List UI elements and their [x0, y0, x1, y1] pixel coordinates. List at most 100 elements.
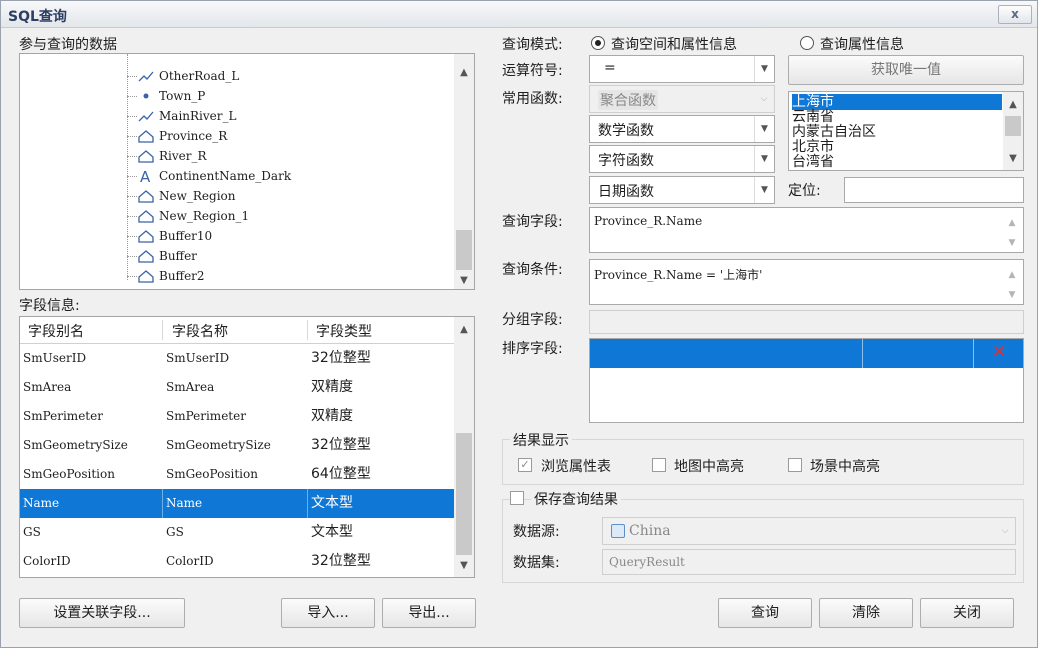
group-field-input[interactable] — [589, 310, 1024, 334]
mode-attr-radio[interactable] — [800, 36, 814, 50]
clear-button[interactable]: 清除 — [819, 598, 913, 628]
query-button[interactable]: 查询 — [718, 598, 812, 628]
operator-select[interactable]: = ▼ — [589, 55, 775, 83]
datasource-value: China — [629, 523, 671, 539]
mode-spatial-radio[interactable] — [591, 36, 605, 50]
chevron-down-icon[interactable]: ▼ — [754, 177, 774, 203]
tree-connector — [127, 196, 137, 197]
scroll-up-icon[interactable]: ▲ — [1003, 96, 1023, 114]
table-row[interactable]: SmGeoPosition SmGeoPosition 64位整型 — [20, 460, 456, 489]
list-item[interactable]: 北京市 — [792, 139, 834, 155]
sort-row[interactable]: ✕ — [590, 339, 1023, 368]
list-item[interactable]: 台湾省 — [792, 154, 834, 170]
table-row[interactable]: SmArea SmArea 双精度 — [20, 373, 456, 402]
datasource-select[interactable]: China ⌵ — [602, 517, 1016, 545]
header-alias[interactable]: 字段别名 — [28, 321, 84, 341]
scroll-up-icon[interactable]: ▲ — [454, 321, 474, 339]
table-row[interactable]: SmPerimeter SmPerimeter 双精度 — [20, 402, 456, 431]
field-type-cell: 文本型 — [311, 524, 353, 540]
query-mode-label: 查询模式: — [502, 37, 563, 53]
tree-item[interactable]: MainRiver_L — [137, 106, 236, 126]
date-function-value: 日期函数 — [598, 184, 654, 200]
save-result-checkbox[interactable] — [510, 491, 524, 505]
close-window-button[interactable]: x — [998, 5, 1032, 24]
close-button[interactable]: 关闭 — [920, 598, 1014, 628]
tree-item[interactable]: Province_R — [137, 126, 227, 146]
tree-connector — [127, 76, 137, 77]
textbox-scroll-icon[interactable]: ▲ ▼ — [1001, 208, 1023, 252]
export-button[interactable]: 导出... — [382, 598, 476, 628]
field-type-cell: 32位整型 — [311, 437, 371, 453]
query-field-value: Province_R.Name — [594, 214, 703, 228]
tree-item[interactable]: New_Region_1 — [137, 206, 249, 226]
string-function-value: 字符函数 — [598, 153, 654, 169]
sort-field-grid[interactable]: ✕ — [589, 338, 1024, 423]
set-related-field-button[interactable]: 设置关联字段... — [19, 598, 185, 628]
chevron-down-icon[interactable]: ▼ — [754, 116, 774, 142]
chevron-down-icon[interactable]: ▼ — [754, 146, 774, 172]
get-unique-values-button[interactable]: 获取唯一值 — [788, 55, 1024, 85]
scroll-down-icon[interactable]: ▼ — [454, 272, 474, 289]
tree-item[interactable]: New_Region — [137, 186, 235, 206]
save-result-label[interactable]: 保存查询结果 — [531, 489, 621, 509]
map-highlight-label[interactable]: 地图中高亮 — [674, 456, 744, 476]
mode-spatial-label[interactable]: 查询空间和属性信息 — [611, 34, 737, 54]
browse-attr-checkbox[interactable]: ✓ — [518, 458, 532, 472]
grid-scrollbar[interactable]: ▲ ▼ — [454, 317, 474, 577]
date-function-select[interactable]: 日期函数 ▼ — [589, 176, 775, 204]
textbox-scroll-icon[interactable]: ▲ ▼ — [1001, 260, 1023, 304]
tree-item[interactable]: OtherRoad_L — [137, 66, 239, 86]
header-type[interactable]: 字段类型 — [316, 321, 372, 341]
tree-item[interactable]: River_R — [137, 146, 207, 166]
scroll-down-icon[interactable]: ▼ — [1003, 150, 1023, 168]
map-highlight-checkbox[interactable] — [652, 458, 666, 472]
table-row[interactable]: ColorID ColorID 32位整型 — [20, 547, 456, 576]
tree-item[interactable]: Buffer10 — [137, 226, 212, 246]
dataset-label: 数据集: — [513, 555, 560, 571]
tree-item-label: New_Region_1 — [159, 209, 250, 223]
cell-divider — [862, 339, 863, 368]
tree-item[interactable]: Buffer2 — [137, 266, 205, 286]
dataset-input[interactable]: QueryResult — [602, 549, 1016, 575]
tree-item[interactable]: Town_P — [137, 86, 205, 106]
aggregate-function-select[interactable]: 聚合函数 ⌵ — [589, 85, 775, 113]
table-row[interactable]: SmGeometrySize SmGeometrySize 32位整型 — [20, 431, 456, 460]
import-button[interactable]: 导入... — [281, 598, 375, 628]
chevron-down-icon[interactable]: ⌵ — [754, 86, 774, 112]
dataset-tree[interactable]: OtherRoad_L Town_P MainRiver_L Province_R Ri… — [19, 53, 475, 290]
table-row[interactable]: Name Name 文本型 — [20, 489, 456, 518]
unique-values-list[interactable]: 上海市 云南省 内蒙古自治区 北京市 台湾省 ▲ ▼ — [788, 91, 1024, 171]
list-item[interactable]: 内蒙古自治区 — [792, 124, 876, 140]
scene-highlight-label[interactable]: 场景中高亮 — [810, 456, 880, 476]
query-field-input[interactable]: Province_R.Name ▲ ▼ — [589, 207, 1024, 253]
table-row[interactable]: SmUserID SmUserID 32位整型 — [20, 344, 456, 373]
scene-highlight-checkbox[interactable] — [788, 458, 802, 472]
string-function-select[interactable]: 字符函数 ▼ — [589, 145, 775, 173]
tree-item[interactable]: A ContinentName_Dark — [137, 166, 291, 186]
scroll-down-icon[interactable]: ▼ — [454, 557, 474, 575]
list-scrollbar[interactable]: ▲ ▼ — [1003, 92, 1023, 170]
chevron-down-icon[interactable]: ⌵ — [995, 518, 1015, 544]
list-item[interactable]: 云南省 — [792, 109, 834, 125]
scroll-up-icon[interactable]: ▲ — [454, 64, 474, 82]
delete-icon[interactable]: ✕ — [992, 342, 1006, 362]
tree-item[interactable]: Buffer — [137, 246, 197, 266]
field-type-cell: 文本型 — [311, 495, 353, 511]
locate-input[interactable] — [844, 177, 1024, 203]
browse-attr-label[interactable]: 浏览属性表 — [541, 456, 611, 476]
field-grid[interactable]: 字段别名 字段名称 字段类型 SmUserID SmUserID 32位整型 SmAr… — [19, 316, 475, 578]
header-divider — [307, 320, 308, 340]
mode-attr-label[interactable]: 查询属性信息 — [820, 34, 904, 54]
tree-scrollbar[interactable]: ▲ ▼ — [454, 54, 474, 289]
scroll-thumb[interactable] — [1005, 116, 1021, 136]
header-name[interactable]: 字段名称 — [172, 321, 228, 341]
table-row[interactable]: GS GS 文本型 — [20, 518, 456, 547]
math-function-select[interactable]: 数学函数 ▼ — [589, 115, 775, 143]
list-item[interactable]: 上海市 — [792, 94, 1002, 110]
tree-connector — [127, 256, 137, 257]
query-condition-input[interactable]: Province_R.Name = '上海市' ▲ ▼ — [589, 259, 1024, 305]
scroll-thumb[interactable] — [456, 433, 472, 555]
chevron-down-icon[interactable]: ▼ — [754, 56, 774, 82]
scroll-thumb[interactable] — [456, 230, 472, 270]
tree-item-label: River_R — [159, 149, 207, 163]
